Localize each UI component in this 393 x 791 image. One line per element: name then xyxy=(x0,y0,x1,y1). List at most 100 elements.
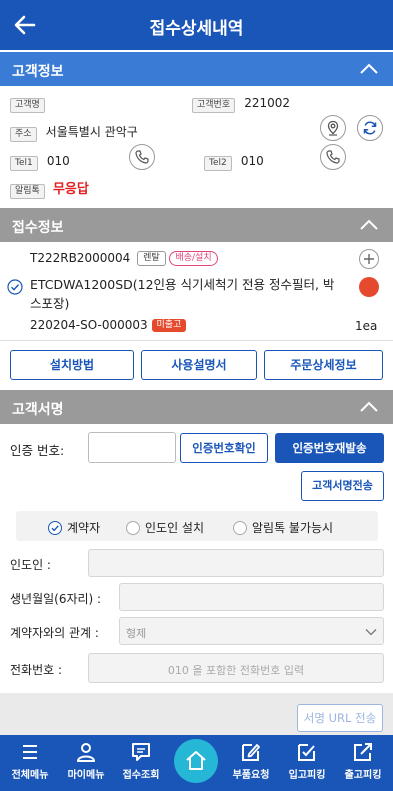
signature-section-title: 고객서명 xyxy=(12,402,64,418)
chat-icon xyxy=(132,743,150,761)
phone-input[interactable]: 010 을 포함한 전화번호 입력 xyxy=(88,653,384,683)
radio-contractor-label: 계약자 xyxy=(67,521,101,535)
status-dot xyxy=(359,277,379,297)
alimtalk-status: 무응답 xyxy=(52,182,89,197)
nav-home-button[interactable] xyxy=(174,739,218,783)
auth-resend-button[interactable]: 인증번호재발송 xyxy=(275,433,384,463)
radio-receiver-install[interactable]: 인도인 설치 xyxy=(126,519,204,536)
relation-selected-value: 형제 xyxy=(126,627,147,640)
nav-my-menu[interactable]: 마이메뉴 xyxy=(61,741,111,781)
nav-parts-request-label: 부품요청 xyxy=(232,770,270,781)
external-icon xyxy=(354,743,372,761)
radio-receiver-install-label: 인도인 설치 xyxy=(145,521,205,535)
auth-confirm-button[interactable]: 인증번호확인 xyxy=(180,433,268,463)
phone-icon xyxy=(326,150,340,164)
signature-url-send-button[interactable]: 서명 URL 전송 xyxy=(297,704,383,732)
top-header: 접수상세내역 xyxy=(0,0,393,50)
phone-placeholder: 010 을 포함한 전화번호 입력 xyxy=(167,664,305,677)
tel2-value: 010 xyxy=(240,154,264,168)
check-circle-icon[interactable] xyxy=(7,279,23,295)
customer-number-value: 221002 xyxy=(244,96,291,110)
birth-input[interactable] xyxy=(119,583,384,611)
customer-number-tag: 고객번호 xyxy=(192,98,236,113)
install-type-radio-group: 계약자 인도인 설치 알림톡 불가능시 xyxy=(16,511,378,541)
rental-badge: 렌탈 xyxy=(137,251,166,266)
nav-order-lookup-label: 접수조회 xyxy=(122,770,160,781)
address-value: 서울특별시 관악구 xyxy=(45,125,138,139)
customer-number-row: 고객번호 221002 xyxy=(192,92,290,113)
not-shipped-badge: 미출고 xyxy=(151,319,187,332)
chevron-up-icon[interactable] xyxy=(359,60,379,78)
refresh-icon xyxy=(363,121,377,135)
person-icon xyxy=(76,743,96,762)
nav-inbound-picking[interactable]: 입고피킹 xyxy=(282,741,332,781)
tel1-row: Tel1 010 xyxy=(10,150,70,171)
order-section-header[interactable]: 접수정보 xyxy=(0,208,393,242)
edit-icon xyxy=(242,744,260,761)
alimtalk-row: 알림톡 무응답 xyxy=(10,178,89,199)
tel2-row: Tel2 010 xyxy=(204,150,264,171)
relation-label: 계약자와의 관계 : xyxy=(10,626,99,640)
tel1-tag: Tel1 xyxy=(10,156,38,171)
signature-send-button[interactable]: 고객서명전송 xyxy=(301,471,384,501)
customer-name-row: 고객명 xyxy=(10,92,45,113)
customer-name-tag: 고객명 xyxy=(10,98,45,113)
refresh-button[interactable] xyxy=(357,115,383,141)
signature-section-header[interactable]: 고객서명 xyxy=(0,390,393,424)
nav-all-menu[interactable]: 전체메뉴 xyxy=(5,741,55,781)
birth-label: 생년월일(6자리) : xyxy=(10,592,102,606)
menu-icon xyxy=(23,745,37,759)
phone-label: 전화번호 : xyxy=(10,663,63,677)
auth-number-input[interactable] xyxy=(88,432,176,463)
tel1-value: 010 xyxy=(46,154,70,168)
order-detail-button[interactable]: 주문상세정보 xyxy=(264,350,383,380)
receiver-label: 인도인 : xyxy=(10,558,51,572)
user-manual-button[interactable]: 사용설명서 xyxy=(141,350,257,380)
order-code: T222RB2000004 xyxy=(30,251,131,265)
nav-parts-request[interactable]: 부품요청 xyxy=(226,741,276,781)
plus-icon xyxy=(364,254,374,264)
alimtalk-tag: 알림톡 xyxy=(10,184,45,199)
radio-checked-icon xyxy=(48,521,62,535)
nav-all-menu-label: 전체메뉴 xyxy=(11,770,49,781)
nav-inbound-picking-label: 입고피킹 xyxy=(288,770,326,781)
receiver-input[interactable] xyxy=(88,549,384,577)
edit-check-icon xyxy=(298,744,315,761)
phone-icon xyxy=(135,150,149,164)
order-code-row: T222RB2000004 렌탈 배송/설치 xyxy=(30,251,218,266)
nav-my-menu-label: 마이메뉴 xyxy=(67,770,105,781)
nav-outbound-picking-label: 출고피킹 xyxy=(344,770,382,781)
nav-outbound-picking[interactable]: 출고피킹 xyxy=(338,741,388,781)
tel1-call-button[interactable] xyxy=(129,144,155,170)
order-section-title: 접수정보 xyxy=(12,220,64,236)
expand-order-button[interactable] xyxy=(359,249,379,269)
delivery-badge: 배송/설치 xyxy=(169,251,218,266)
order-number: 220204-SO-000003 xyxy=(30,318,148,332)
relation-select[interactable]: 형제 xyxy=(119,617,384,645)
home-icon xyxy=(186,751,206,770)
address-row: 주소 서울특별시 관악구 xyxy=(10,121,138,142)
radio-unchecked-icon xyxy=(126,521,140,535)
quantity: 1ea xyxy=(355,319,378,333)
customer-section-header[interactable]: 고객정보 xyxy=(0,52,393,86)
auth-number-label: 인증 번호: xyxy=(10,443,65,458)
tel2-call-button[interactable] xyxy=(320,144,346,170)
map-pin-button[interactable] xyxy=(320,115,346,141)
order-number-row: 220204-SO-000003 미출고 xyxy=(30,318,187,332)
radio-unchecked-icon xyxy=(233,521,247,535)
product-name: ETCDWA1200SD(12인용 식기세척기 전용 정수필터, 박스포장) xyxy=(30,277,335,311)
divider xyxy=(0,340,393,341)
chevron-up-icon[interactable] xyxy=(359,398,379,416)
customer-section-title: 고객정보 xyxy=(12,64,64,80)
page-title: 접수상세내역 xyxy=(149,19,244,39)
chevron-up-icon[interactable] xyxy=(359,216,379,234)
address-tag: 주소 xyxy=(10,127,37,142)
radio-contractor[interactable]: 계약자 xyxy=(48,519,100,536)
install-method-button[interactable]: 설치방법 xyxy=(10,350,134,380)
radio-alimtalk-unavailable[interactable]: 알림톡 불가능시 xyxy=(233,519,333,536)
nav-order-lookup[interactable]: 접수조회 xyxy=(116,741,166,781)
map-pin-icon xyxy=(327,120,339,136)
chevron-down-icon xyxy=(365,629,377,636)
radio-alimtalk-unavailable-label: 알림톡 불가능시 xyxy=(252,521,334,535)
bottom-nav: 전체메뉴 마이메뉴 접수조회 부품요청 입고피킹 출고피킹 xyxy=(0,735,393,791)
